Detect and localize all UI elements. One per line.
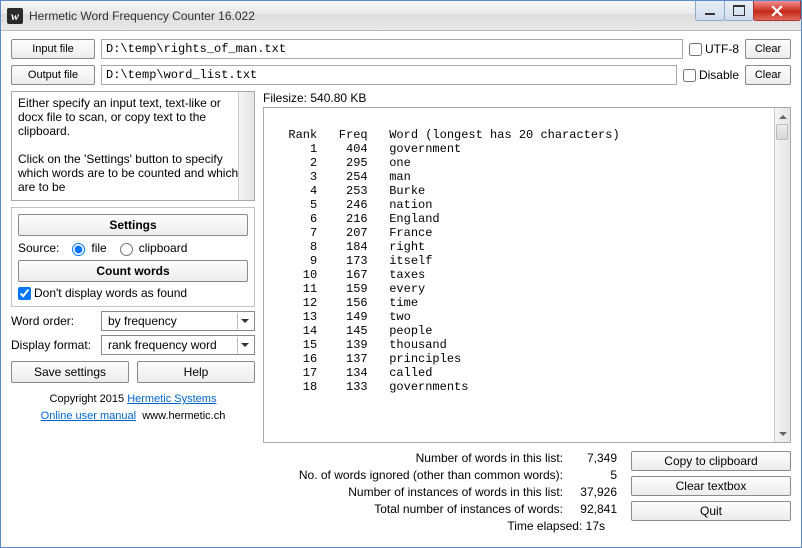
count-words-button[interactable]: Count words [18,260,248,282]
dont-display-checkbox[interactable]: Don't display words as found [18,286,248,300]
dont-display-check-input[interactable] [18,287,31,300]
input-file-path[interactable] [101,39,683,59]
utf8-check-input[interactable] [689,43,702,56]
minimize-button[interactable] [695,1,725,21]
title-bar: w Hermetic Word Frequency Counter 16.022 [1,1,801,31]
word-order-label: Word order: [11,314,95,328]
save-settings-button[interactable]: Save settings [11,361,129,383]
dont-display-label: Don't display words as found [34,286,187,300]
filesize-label: Filesize: 540.80 KB [263,91,791,105]
disable-checkbox[interactable]: Disable [683,68,739,82]
results-textbox[interactable]: Rank Freq Word (longest has 20 character… [263,107,791,443]
source-clipboard-radio[interactable]: clipboard [115,240,188,256]
clear-output-button[interactable]: Clear [745,65,791,85]
word-order-combo[interactable]: by frequency [101,311,255,331]
clear-textbox-button[interactable]: Clear textbox [631,476,791,496]
chevron-down-icon [237,337,252,353]
source-label: Source: [18,241,59,255]
output-file-button[interactable]: Output file [11,65,95,85]
close-button[interactable] [753,1,801,21]
instructions-textbox: Either specify an input text, text-like … [11,91,255,201]
quit-button[interactable]: Quit [631,501,791,521]
instructions-text: Either specify an input text, text-like … [18,96,241,194]
input-file-button[interactable]: Input file [11,39,95,59]
display-format-value: rank frequency word [108,338,217,352]
results-scrollbar[interactable] [774,108,790,442]
window-title: Hermetic Word Frequency Counter 16.022 [29,9,255,23]
help-button[interactable]: Help [137,361,255,383]
manual-link[interactable]: Online user manual [41,410,136,422]
word-order-value: by frequency [108,314,177,328]
app-icon: w [7,8,23,24]
disable-label: Disable [699,68,739,82]
credits: Copyright 2015 Hermetic Systems Online u… [11,391,255,424]
instructions-scrollbar[interactable] [238,92,254,200]
display-format-label: Display format: [11,338,95,352]
copy-clipboard-button[interactable]: Copy to clipboard [631,451,791,471]
chevron-down-icon [237,313,252,329]
clear-input-button[interactable]: Clear [745,39,791,59]
settings-button[interactable]: Settings [18,214,248,236]
utf8-label: UTF-8 [705,42,739,56]
settings-panel: Settings Source: file clipboard Count wo… [11,207,255,307]
output-file-path[interactable] [101,65,677,85]
company-link[interactable]: Hermetic Systems [127,393,216,405]
maximize-button[interactable] [724,1,754,21]
scroll-down-icon[interactable] [775,426,790,442]
scroll-thumb[interactable] [776,124,788,140]
scroll-up-icon[interactable] [775,108,790,124]
display-format-combo[interactable]: rank frequency word [101,335,255,355]
stats-block: Number of words in this list:7,349 No. o… [263,451,617,533]
disable-check-input[interactable] [683,69,696,82]
source-file-radio[interactable]: file [67,240,106,256]
utf8-checkbox[interactable]: UTF-8 [689,42,739,56]
